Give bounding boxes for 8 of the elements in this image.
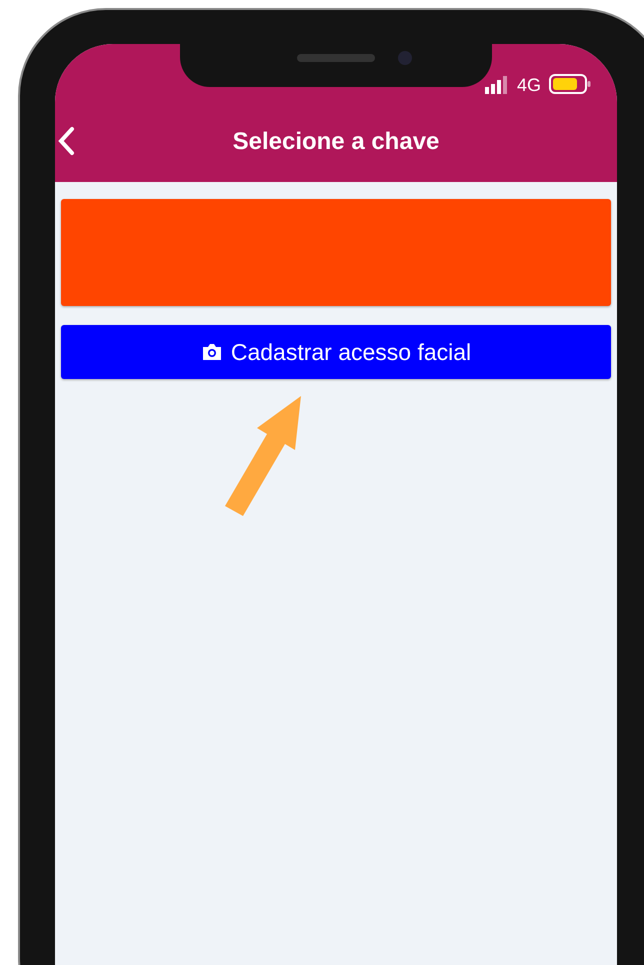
back-icon[interactable] [57, 126, 75, 156]
signal-icon [484, 76, 509, 94]
page-title: Selecione a chave [232, 128, 440, 156]
battery-icon [549, 74, 591, 94]
camera-icon [200, 343, 223, 361]
register-face-button[interactable]: Cadastrar acesso facial [61, 325, 611, 379]
network-label: 4G [516, 76, 541, 94]
front-camera [398, 51, 412, 65]
